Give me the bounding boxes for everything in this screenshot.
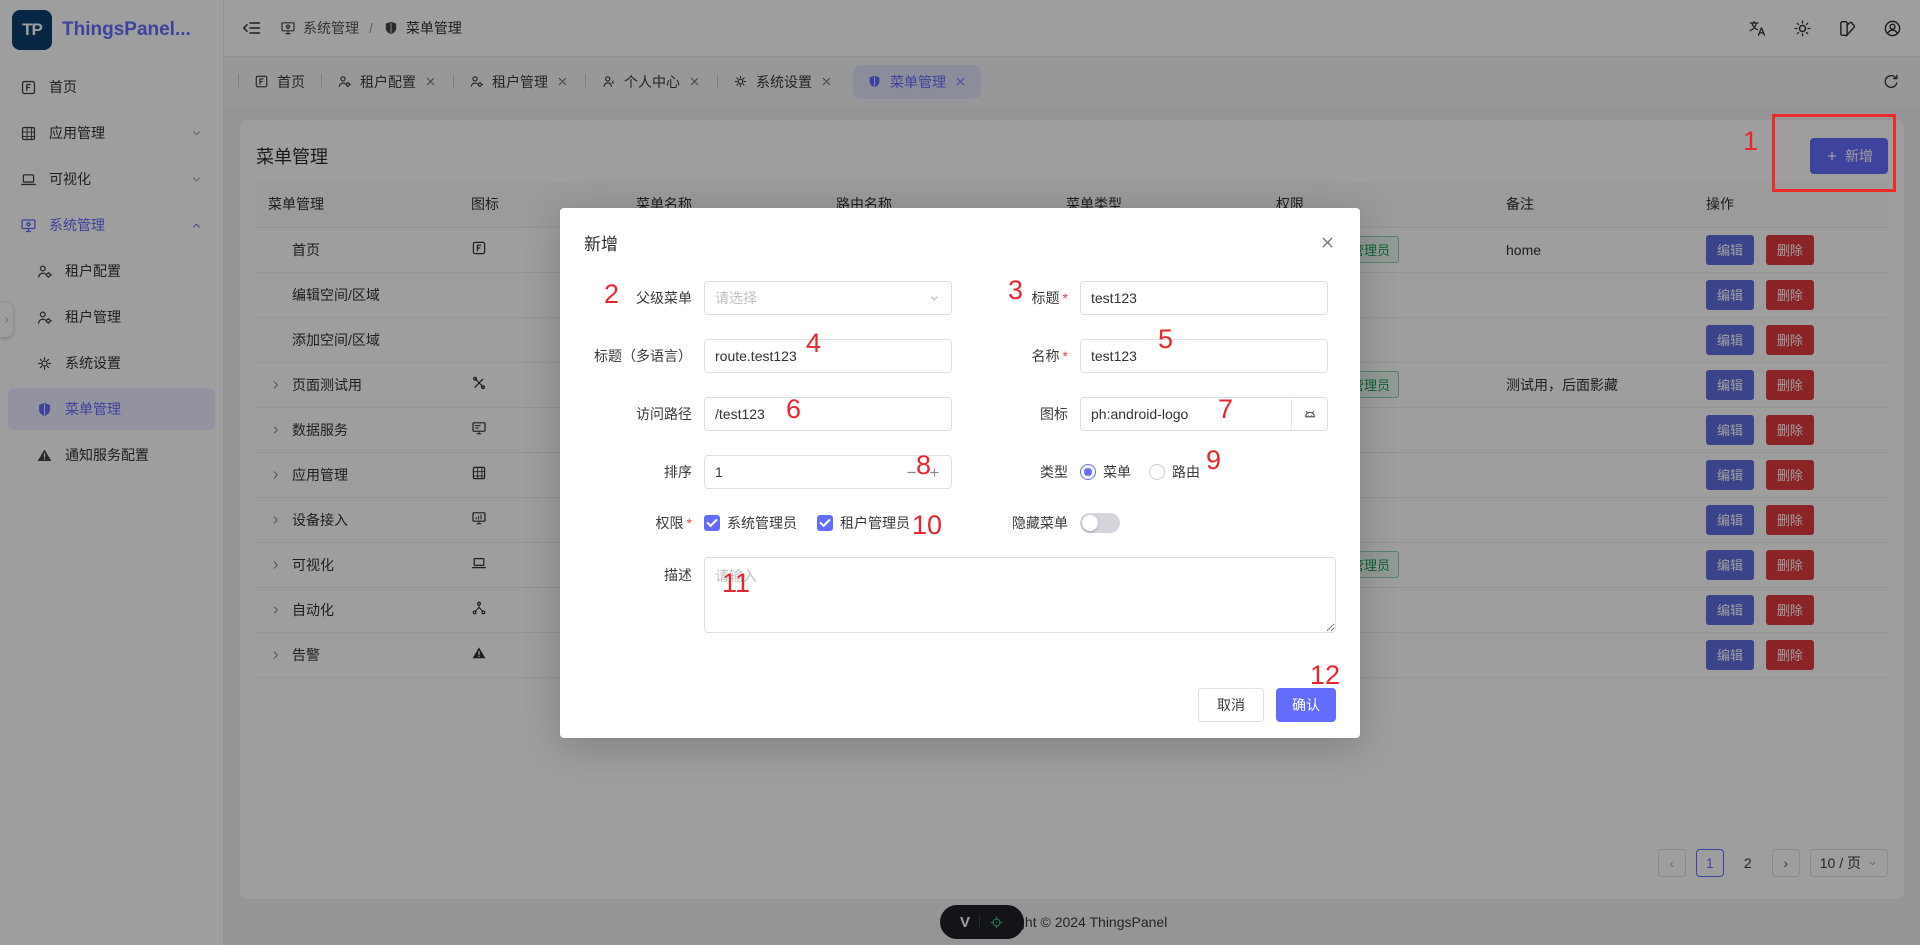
order-label: 排序 xyxy=(584,462,704,482)
modal-close-icon[interactable] xyxy=(1319,234,1336,251)
add-menu-form: 父级菜单 请选择 标题* 标题（多语言） 名称* 访问路径 xyxy=(584,281,1336,657)
type-label: 类型 xyxy=(960,462,1080,482)
parent-menu-label: 父级菜单 xyxy=(584,288,704,308)
type-radio-menu[interactable]: 菜单 xyxy=(1080,462,1131,482)
app-root: TP ThingsPanel... 首页 应用管理 可视 xyxy=(0,0,1920,945)
name-label: 名称* xyxy=(960,346,1080,366)
add-menu-modal: 新增 父级菜单 请选择 标题* 标题（多语言） 名称* xyxy=(560,208,1360,738)
hidden-menu-label: 隐藏菜单 xyxy=(960,513,1080,533)
name-input[interactable] xyxy=(1091,348,1317,364)
path-input[interactable] xyxy=(715,406,941,422)
path-label: 访问路径 xyxy=(584,404,704,424)
modal-title: 新增 xyxy=(584,230,618,255)
permission-label: 权限* xyxy=(584,513,704,533)
chevron-down-icon xyxy=(928,292,941,305)
icon-input[interactable] xyxy=(1081,406,1291,422)
description-label: 描述 xyxy=(584,557,704,585)
description-textarea[interactable] xyxy=(704,557,1336,633)
type-radio-route[interactable]: 路由 xyxy=(1149,462,1200,482)
android-icon xyxy=(1302,406,1318,422)
title-i18n-input[interactable] xyxy=(715,348,941,364)
order-input[interactable] xyxy=(715,464,905,480)
icon-label: 图标 xyxy=(960,404,1080,424)
perm-checkbox-sys-admin[interactable]: 系统管理员 xyxy=(704,513,797,533)
title-label: 标题* xyxy=(960,288,1080,308)
title-i18n-label: 标题（多语言） xyxy=(584,346,704,366)
perm-checkbox-tenant-admin[interactable]: 租户管理员 xyxy=(817,513,910,533)
increment-icon[interactable] xyxy=(928,466,941,479)
title-input[interactable] xyxy=(1091,290,1317,306)
confirm-button[interactable]: 确认 xyxy=(1276,688,1336,722)
decrement-icon[interactable] xyxy=(905,466,918,479)
cancel-button[interactable]: 取消 xyxy=(1198,688,1264,722)
icon-picker-button[interactable] xyxy=(1291,398,1327,430)
hidden-menu-toggle[interactable] xyxy=(1080,513,1120,533)
parent-menu-select[interactable]: 请选择 xyxy=(704,281,952,315)
